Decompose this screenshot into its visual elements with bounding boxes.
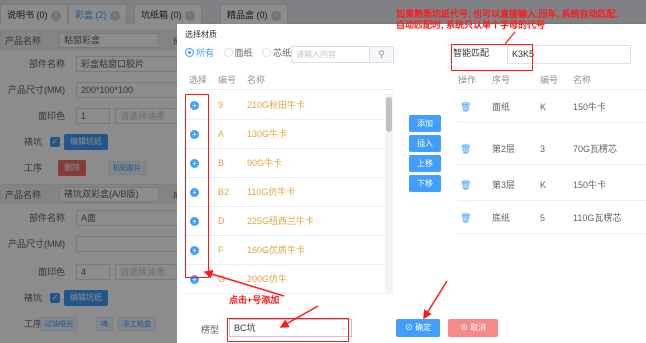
layer-table-header: 操作 序号 编号 名称 xyxy=(458,70,646,90)
search-icon[interactable]: ⚲ xyxy=(369,46,394,63)
material-filter-radios: 所有 面纸 芯纸 xyxy=(185,46,298,60)
table-row: + F 160G优质牛卡 xyxy=(185,236,394,265)
table-row: + G 200G仿牛 xyxy=(185,265,394,294)
table-row: + 9 210G秋田牛卡 xyxy=(185,91,394,120)
scrollbar-thumb[interactable] xyxy=(386,97,392,132)
annotation-note-bottom: 点击+号添加 xyxy=(229,295,280,305)
table-row: 🗑 底纸 5 110G瓦楞芯 xyxy=(458,202,646,234)
material-table-header: 选择 编号 名称 xyxy=(185,70,394,90)
table-row: + B 90G牛卡 xyxy=(185,149,394,178)
table-row: + A 130G牛卡 xyxy=(185,120,394,149)
delete-icon[interactable]: 🗑 xyxy=(460,91,471,123)
radio-face-paper[interactable]: 面纸 xyxy=(223,46,253,59)
cancel-button[interactable]: ⊗ 取消 xyxy=(448,319,498,337)
table-row: 🗑 面纸 K 150牛卡 xyxy=(458,91,646,123)
delete-icon[interactable]: 🗑 xyxy=(460,202,471,234)
radio-all[interactable]: 所有 xyxy=(185,46,214,59)
move-up-button[interactable]: 上移 xyxy=(409,155,441,172)
material-table: + 9 210G秋田牛卡 + A 130G牛卡 + B 90G牛卡 + B2 1… xyxy=(185,91,394,295)
dialog-title: 选择材质 xyxy=(185,30,217,39)
delete-icon[interactable]: 🗑 xyxy=(460,133,471,165)
flute-type-label: 楞型 xyxy=(201,325,220,335)
radio-core-paper[interactable]: 芯纸 xyxy=(262,46,291,59)
annotation-box-flute-select xyxy=(227,318,349,342)
table-row: + D 225G纽西兰牛卡 xyxy=(185,207,394,236)
delete-icon[interactable]: 🗑 xyxy=(460,169,471,201)
table-row: 🗑 第2层 3 70G瓦楞芯 xyxy=(458,133,646,165)
annotation-box-smart-match xyxy=(451,44,533,71)
insert-button[interactable]: 插入 xyxy=(409,135,441,152)
confirm-button[interactable]: ⊘ 确定 xyxy=(396,319,440,337)
add-button[interactable]: 添加 xyxy=(409,115,441,132)
table-row: + B2 110G仿牛卡 xyxy=(185,178,394,207)
annotation-note-top: 如果熟悉坑纸代号, 也可以直接输入,回车, 系统自动匹配. 自动匹配时, 系统只… xyxy=(396,9,619,30)
table-row: 🗑 第3层 K 150牛卡 xyxy=(458,169,646,201)
material-scrollbar[interactable] xyxy=(385,94,393,294)
search-input[interactable]: 请输入内容 xyxy=(291,46,381,63)
annotation-box-plus-column xyxy=(185,94,209,278)
move-down-button[interactable]: 下移 xyxy=(409,175,441,192)
